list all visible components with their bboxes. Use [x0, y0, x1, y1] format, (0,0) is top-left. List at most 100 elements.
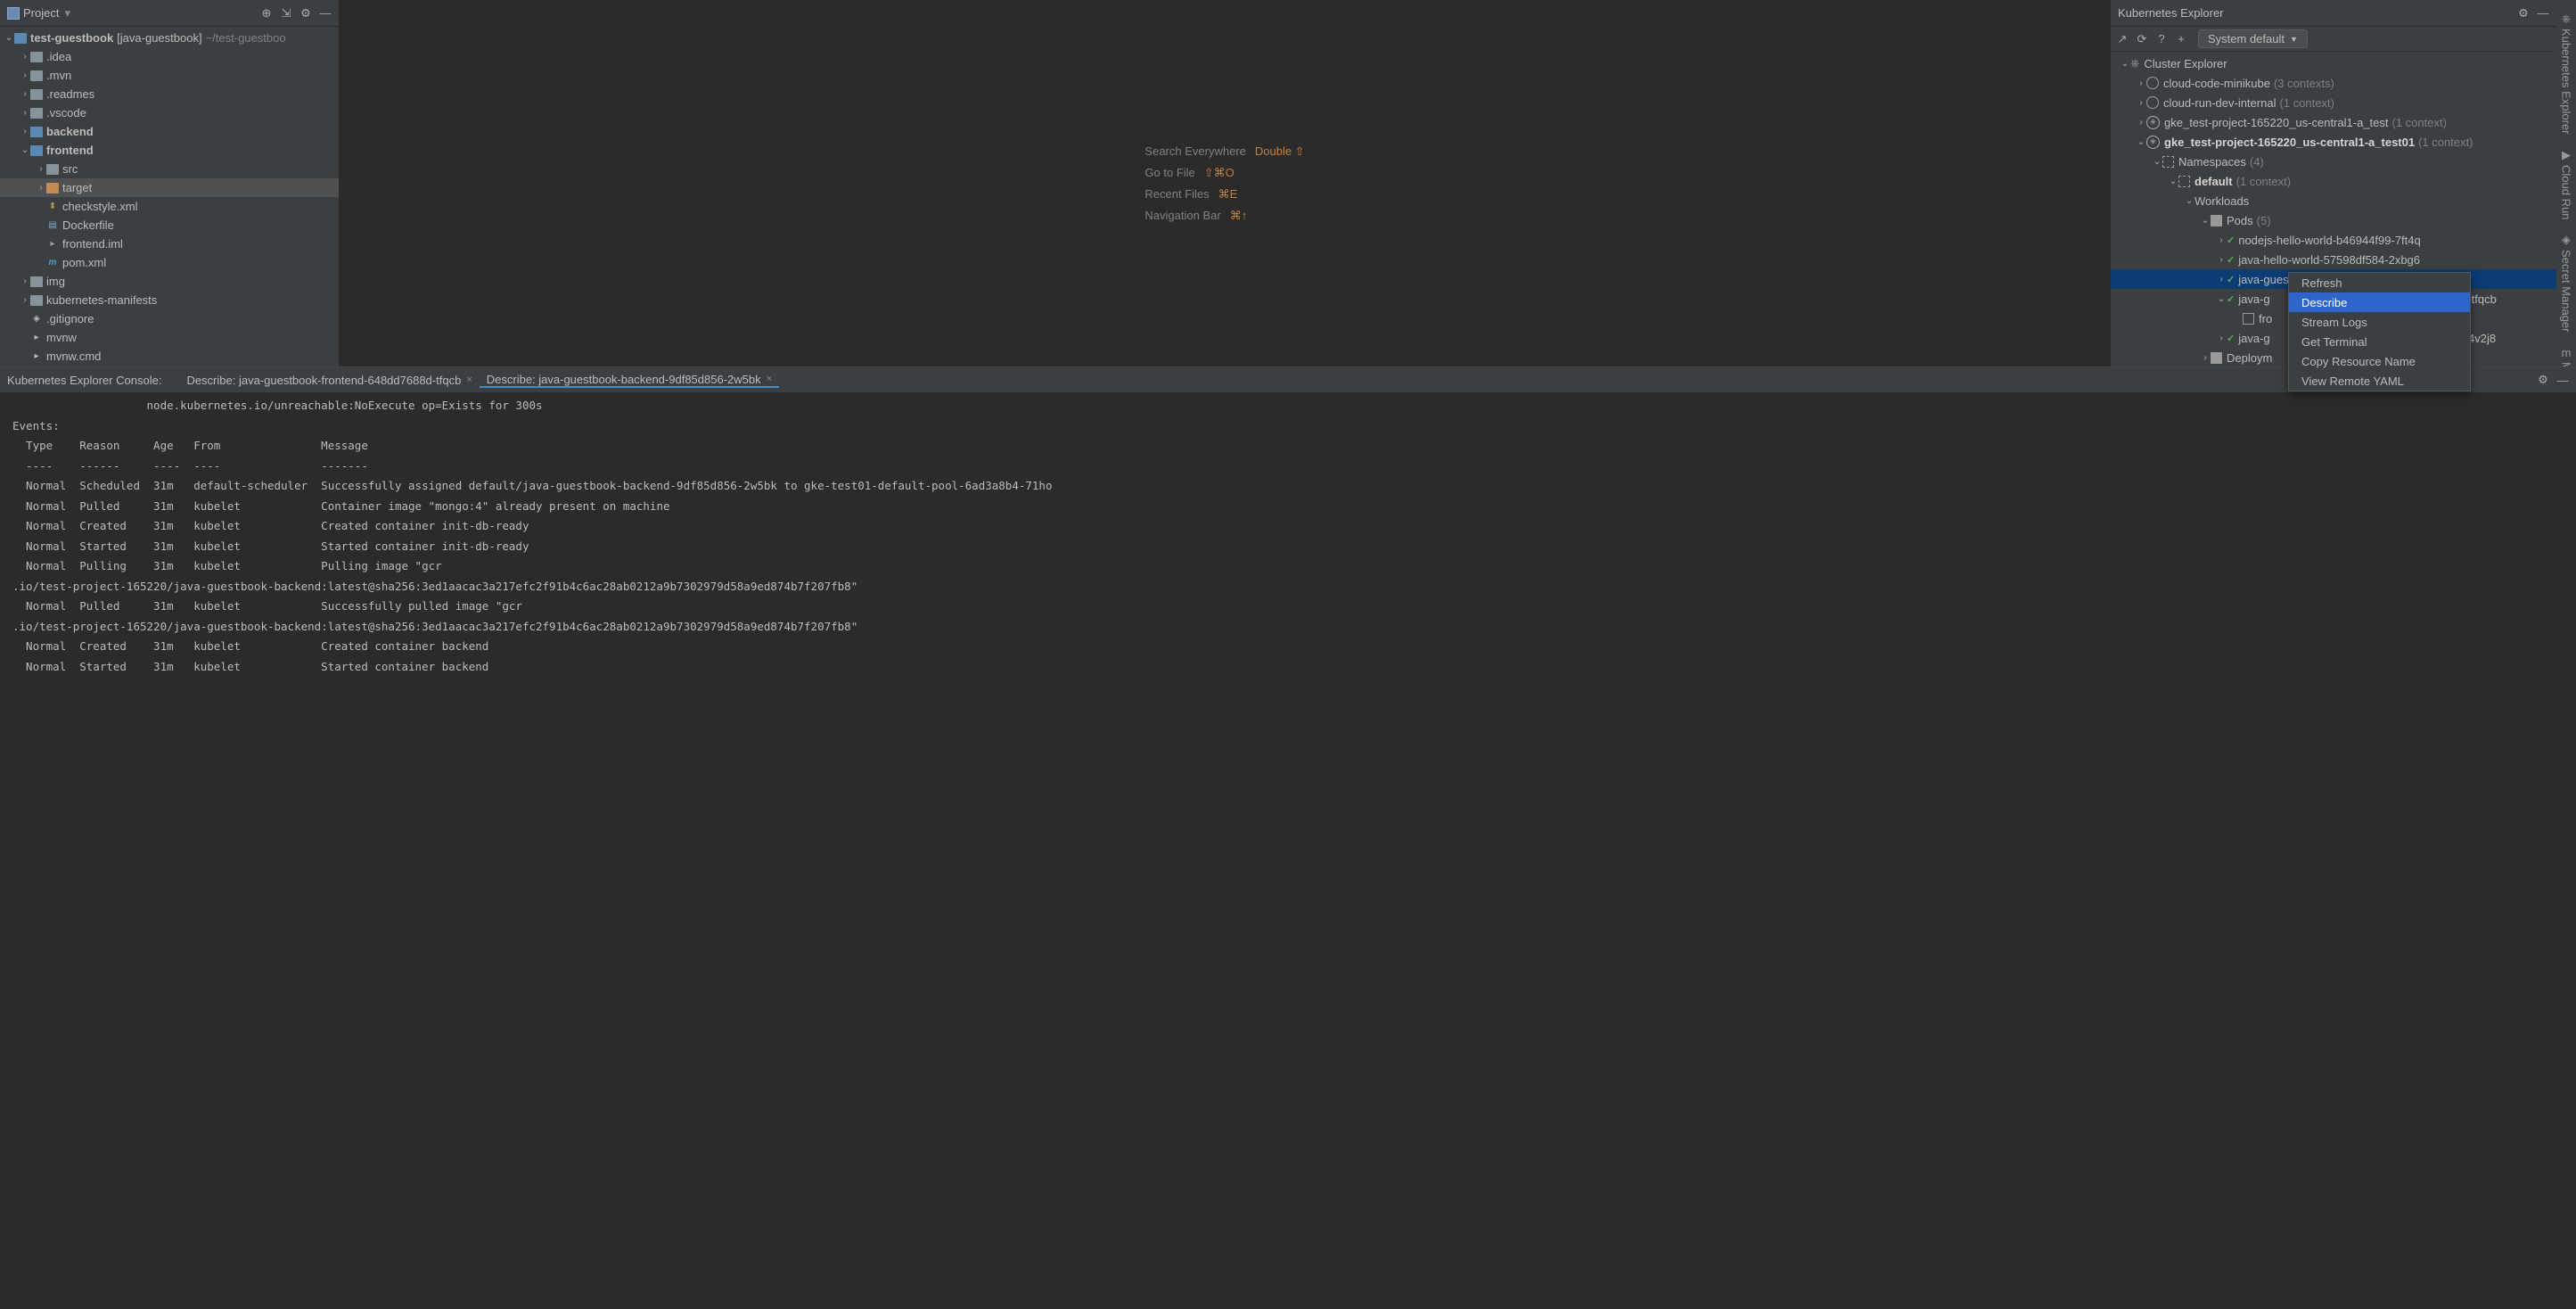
refresh-icon[interactable]: ⟳	[2136, 33, 2148, 45]
tree-node[interactable]: ▸frontend.iml	[0, 235, 339, 253]
tree-node-label: .gitignore	[46, 312, 94, 325]
tree-node[interactable]: ⌄frontend	[0, 141, 339, 160]
chevron-icon[interactable]: ⌄	[2152, 157, 2162, 167]
editor-hint: Search EverywhereDouble ⇧	[1144, 144, 1304, 159]
chevron-right-icon[interactable]: ›	[20, 108, 30, 118]
pod-context-menu: RefreshDescribeStream LogsGet TerminalCo…	[2288, 272, 2471, 391]
chevron-icon[interactable]: ⌄	[2168, 177, 2178, 186]
console-subtab[interactable]: Describe: java-guestbook-frontend-648dd7…	[179, 373, 479, 388]
deployments-label: Deploym	[2227, 351, 2272, 365]
minimize-icon[interactable]: —	[2537, 7, 2549, 20]
minimize-icon[interactable]: —	[319, 7, 332, 20]
chevron-icon[interactable]: ›	[2216, 235, 2227, 245]
gear-icon[interactable]: ⚙	[2517, 7, 2530, 20]
rail-tab[interactable]: ▶Cloud Run	[2558, 142, 2575, 226]
chevron-icon[interactable]: ⌄	[2200, 216, 2211, 226]
chevron-icon[interactable]: ›	[2136, 118, 2146, 128]
help-icon[interactable]: ?	[2155, 33, 2168, 45]
k8s-panel-title: Kubernetes Explorer	[2118, 6, 2224, 20]
cluster-explorer-icon: ⎈	[2130, 56, 2139, 70]
context-menu-item[interactable]: Copy Resource Name	[2289, 351, 2470, 371]
locate-icon[interactable]: ⊕	[260, 7, 273, 20]
context-menu-item[interactable]: View Remote YAML	[2289, 371, 2470, 391]
project-root-path: ~/test-guestboo	[206, 31, 286, 45]
cluster-explorer-root[interactable]: ⌄ ⎈ Cluster Explorer	[2111, 54, 2556, 73]
cluster-node[interactable]: ›cloud-run-dev-internal(1 context)	[2111, 93, 2556, 112]
k8s-tree-node[interactable]: ⌄Namespaces(4)	[2111, 152, 2556, 171]
chevron-right-icon[interactable]: ›	[20, 89, 30, 99]
k8s-tree-node[interactable]: ›✓java-hello-world-57598df584-2xbg6	[2111, 250, 2556, 269]
chevron-right-icon[interactable]: ›	[36, 183, 46, 193]
project-title-dropdown[interactable]: Project ▾	[7, 6, 70, 21]
tree-node[interactable]: mpom.xml	[0, 253, 339, 272]
cluster-node[interactable]: ›⎈gke_test-project-165220_us-central1-a_…	[2111, 112, 2556, 132]
tree-node[interactable]: ▸mvnw.cmd	[0, 347, 339, 366]
tree-node[interactable]: ›backend	[0, 122, 339, 141]
add-icon[interactable]: +	[2175, 33, 2187, 45]
chevron-right-icon[interactable]: ›	[20, 276, 30, 286]
rail-tab[interactable]: ◈Secret Manager	[2558, 226, 2575, 340]
chevron-down-icon[interactable]: ⌄	[4, 33, 14, 43]
k8s-tree-node[interactable]: ⌄Workloads	[2111, 191, 2556, 210]
tree-node-label: Dockerfile	[62, 218, 114, 232]
console-main-tab[interactable]: Kubernetes Explorer Console:	[7, 374, 161, 387]
tree-node[interactable]: ›img	[0, 272, 339, 291]
console-panel: Kubernetes Explorer Console: Describe: j…	[0, 366, 2576, 1309]
tree-node[interactable]: ›src	[0, 160, 339, 178]
context-menu-item[interactable]: Refresh	[2289, 273, 2470, 292]
container-icon	[2243, 313, 2254, 325]
pom-file-icon: m	[46, 257, 59, 269]
minimize-icon[interactable]: —	[2556, 374, 2569, 386]
chevron-icon[interactable]: ⌄	[2216, 294, 2227, 304]
chevron-right-icon[interactable]: ›	[36, 164, 46, 174]
context-dropdown[interactable]: System default ▼	[2198, 29, 2308, 48]
chevron-right-icon[interactable]: ›	[20, 295, 30, 305]
collapse-icon[interactable]: ⇲	[280, 7, 292, 20]
cluster-node[interactable]: ⌄⎈gke_test-project-165220_us-central1-a_…	[2111, 132, 2556, 152]
open-external-icon[interactable]: ↗	[2116, 33, 2129, 45]
tree-node[interactable]: ⬍checkstyle.xml	[0, 197, 339, 216]
k8s-tree-node[interactable]: ›✓nodejs-hello-world-b46944f99-7ft4q	[2111, 230, 2556, 250]
tree-node[interactable]: ›.mvn	[0, 66, 339, 85]
chevron-icon[interactable]: ›	[2216, 275, 2227, 284]
context-menu-item[interactable]: Describe	[2289, 292, 2470, 312]
tree-node[interactable]: ▸mvnw	[0, 328, 339, 347]
context-menu-item[interactable]: Get Terminal	[2289, 332, 2470, 351]
tree-node[interactable]: ›kubernetes-manifests	[0, 291, 339, 309]
chevron-icon[interactable]: ›	[2216, 255, 2227, 265]
chevron-icon[interactable]: ›	[2136, 98, 2146, 108]
chevron-icon[interactable]: ⌄	[2184, 196, 2195, 206]
chevron-icon[interactable]: ›	[2136, 78, 2146, 88]
cluster-node[interactable]: ›cloud-code-minikube(3 contexts)	[2111, 73, 2556, 93]
k8s-tree-node[interactable]: ⌄Pods(5)	[2111, 210, 2556, 230]
context-menu-item[interactable]: Stream Logs	[2289, 312, 2470, 332]
chevron-right-icon[interactable]: ›	[20, 52, 30, 62]
console-subtab[interactable]: Describe: java-guestbook-backend-9df85d8…	[480, 373, 779, 388]
project-root-node[interactable]: ⌄ test-guestbook [java-guestbook] ~/test…	[0, 29, 339, 47]
chevron-right-icon[interactable]: ›	[20, 70, 30, 80]
rail-tab[interactable]: ⎈Kubernetes Explorer	[2558, 5, 2575, 142]
chevron-icon[interactable]: ›	[2216, 333, 2227, 343]
gear-icon[interactable]: ⚙	[2537, 374, 2549, 386]
close-icon[interactable]: ×	[466, 375, 472, 385]
chevron-icon[interactable]: ›	[2200, 353, 2211, 363]
console-output[interactable]: node.kubernetes.io/unreachable:NoExecute…	[0, 392, 2576, 1309]
tree-node[interactable]: ›.readmes	[0, 85, 339, 103]
gear-icon[interactable]: ⚙	[299, 7, 312, 20]
chevron-icon[interactable]: ⌄	[2136, 137, 2146, 147]
tree-node[interactable]: › .vscode	[0, 103, 339, 122]
chevron-down-icon[interactable]: ⌄	[2120, 59, 2130, 69]
tree-node[interactable]: ›.idea	[0, 47, 339, 66]
project-tree[interactable]: ⌄ test-guestbook [java-guestbook] ~/test…	[0, 27, 339, 366]
tree-node[interactable]: ◈.gitignore	[0, 309, 339, 328]
rail-icon: ◈	[2560, 234, 2572, 246]
editor-hint: Recent Files⌘E	[1144, 187, 1304, 202]
tree-node[interactable]: ▤Dockerfile	[0, 216, 339, 235]
tree-node-label: .vscode	[46, 106, 86, 119]
ns-count: (4)	[2250, 155, 2264, 169]
k8s-tree-node[interactable]: ⌄default(1 context)	[2111, 171, 2556, 191]
tree-node[interactable]: ›target	[0, 178, 339, 197]
close-icon[interactable]: ×	[767, 374, 772, 384]
chevron-down-icon[interactable]: ⌄	[20, 145, 30, 155]
chevron-right-icon[interactable]: ›	[20, 127, 30, 136]
